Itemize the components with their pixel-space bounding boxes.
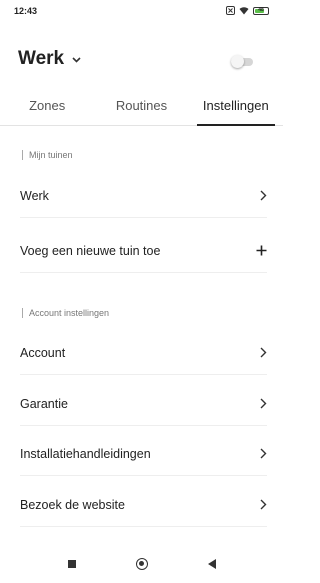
add-garden-button[interactable]: Voeg een nieuwe tuin toe	[20, 229, 267, 273]
system-nav-bar	[0, 545, 283, 583]
settings-item-installatiehandleidingen[interactable]: Installatiehandleidingen	[20, 432, 267, 476]
battery-level: 48	[258, 7, 264, 13]
alarm-icon	[226, 5, 235, 17]
tab-routines[interactable]: Routines	[94, 88, 188, 125]
garden-toggle[interactable]	[231, 55, 253, 68]
tab-bar: Zones Routines Instellingen	[0, 88, 283, 126]
status-time: 12:43	[14, 6, 38, 16]
settings-item-label: Account	[20, 345, 66, 360]
wifi-icon	[239, 6, 249, 17]
settings-item-label: Garantie	[20, 396, 68, 411]
garden-item-werk[interactable]: Werk	[20, 174, 267, 218]
recent-apps-icon[interactable]	[67, 560, 76, 568]
garden-selector[interactable]: Werk	[18, 48, 81, 70]
plus-icon	[256, 241, 267, 261]
settings-item-garantie[interactable]: Garantie	[20, 382, 267, 426]
chevron-right-icon	[260, 345, 267, 361]
settings-item-label: Bezoek de website	[20, 497, 125, 512]
settings-item-website[interactable]: Bezoek de website	[20, 483, 267, 527]
garden-item-label: Werk	[20, 188, 49, 203]
settings-item-account[interactable]: Account	[20, 331, 267, 375]
home-icon[interactable]	[135, 558, 148, 570]
back-icon[interactable]	[207, 559, 216, 569]
chevron-right-icon	[260, 188, 267, 204]
section-title-gardens: Mijn tuinen	[22, 150, 73, 160]
status-bar: 12:43 48	[0, 0, 283, 22]
chevron-right-icon	[260, 497, 267, 513]
chevron-right-icon	[260, 446, 267, 462]
settings-item-label: Installatiehandleidingen	[20, 446, 151, 461]
status-icons: 48	[226, 5, 269, 17]
garden-title: Werk	[18, 48, 65, 69]
battery-icon: 48	[253, 7, 269, 15]
add-garden-label: Voeg een nieuwe tuin toe	[20, 243, 161, 258]
chevron-down-icon	[72, 54, 81, 66]
tab-instellingen[interactable]: Instellingen	[189, 88, 283, 126]
tab-zones[interactable]: Zones	[0, 88, 94, 125]
section-title-account: Account instellingen	[22, 308, 109, 318]
chevron-right-icon	[260, 396, 267, 412]
